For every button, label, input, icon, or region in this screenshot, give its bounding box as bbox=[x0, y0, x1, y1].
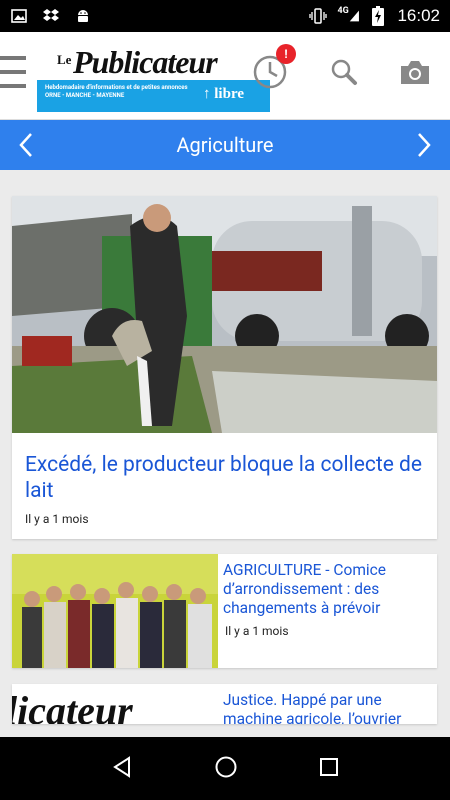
image-icon bbox=[10, 7, 28, 25]
signal-icon: 4G bbox=[337, 6, 359, 25]
next-category-button[interactable] bbox=[404, 120, 444, 170]
logo-name: Publicateur bbox=[73, 46, 218, 80]
article-thumbnail bbox=[12, 554, 218, 668]
vibrate-icon bbox=[309, 7, 328, 25]
clock: 16:02 bbox=[397, 6, 440, 25]
navigation-bar bbox=[0, 737, 450, 800]
article-title[interactable]: AGRICULTURE - Comice d’arrondissement : … bbox=[223, 561, 429, 618]
status-bar: 4G 16:02 bbox=[0, 0, 450, 32]
notification-badge: ! bbox=[276, 44, 296, 64]
home-button[interactable] bbox=[214, 755, 238, 783]
menu-icon[interactable] bbox=[0, 52, 28, 92]
category-bar: Agriculture bbox=[0, 120, 450, 170]
logo-subtitle: Hebdomadaire d'informations et de petite… bbox=[45, 84, 188, 99]
chevron-left-icon bbox=[19, 133, 32, 157]
logo-band: Hebdomadaire d'informations et de petite… bbox=[37, 80, 270, 112]
recents-button[interactable] bbox=[318, 756, 340, 782]
article-time: Il y a 1 mois bbox=[25, 512, 89, 526]
prev-category-button[interactable] bbox=[6, 120, 46, 170]
article-image bbox=[12, 196, 437, 433]
logo-libre: ↑ libre bbox=[203, 86, 244, 102]
article-card[interactable]: Excédé, le producteur bloque la collecte… bbox=[12, 196, 437, 539]
article-time: Il y a 1 mois bbox=[225, 624, 289, 638]
network-type: 4G bbox=[337, 6, 349, 16]
svg-text:licateur: licateur bbox=[12, 688, 133, 724]
article-title[interactable]: Excédé, le producteur bloque la collecte… bbox=[25, 452, 425, 504]
android-icon bbox=[74, 7, 92, 25]
back-triangle-icon bbox=[113, 755, 130, 778]
article-title[interactable]: Justice. Happé par une machine agricole,… bbox=[223, 691, 429, 724]
camera-icon bbox=[401, 61, 429, 84]
history-button[interactable]: ! bbox=[250, 44, 296, 92]
chevron-right-icon bbox=[418, 133, 431, 157]
dropbox-icon bbox=[42, 7, 60, 25]
home-circle-icon bbox=[215, 756, 237, 777]
search-icon bbox=[331, 59, 357, 85]
recents-square-icon bbox=[320, 757, 338, 776]
category-title: Agriculture bbox=[176, 133, 274, 157]
publicateur-logo[interactable]: Le Publicateur Hebdomadaire d'informatio… bbox=[37, 46, 270, 112]
article-card[interactable]: AGRICULTURE - Comice d’arrondissement : … bbox=[12, 554, 437, 668]
battery-charging-icon bbox=[369, 6, 387, 26]
logo-le: Le bbox=[57, 52, 72, 67]
article-card[interactable]: licateur Justice. Happé par une machine … bbox=[12, 684, 437, 724]
search-button[interactable] bbox=[324, 52, 364, 92]
article-thumbnail: licateur bbox=[12, 684, 218, 724]
camera-button[interactable] bbox=[395, 52, 435, 92]
back-button[interactable] bbox=[110, 755, 134, 783]
app-header: Le Publicateur Hebdomadaire d'informatio… bbox=[0, 32, 450, 120]
